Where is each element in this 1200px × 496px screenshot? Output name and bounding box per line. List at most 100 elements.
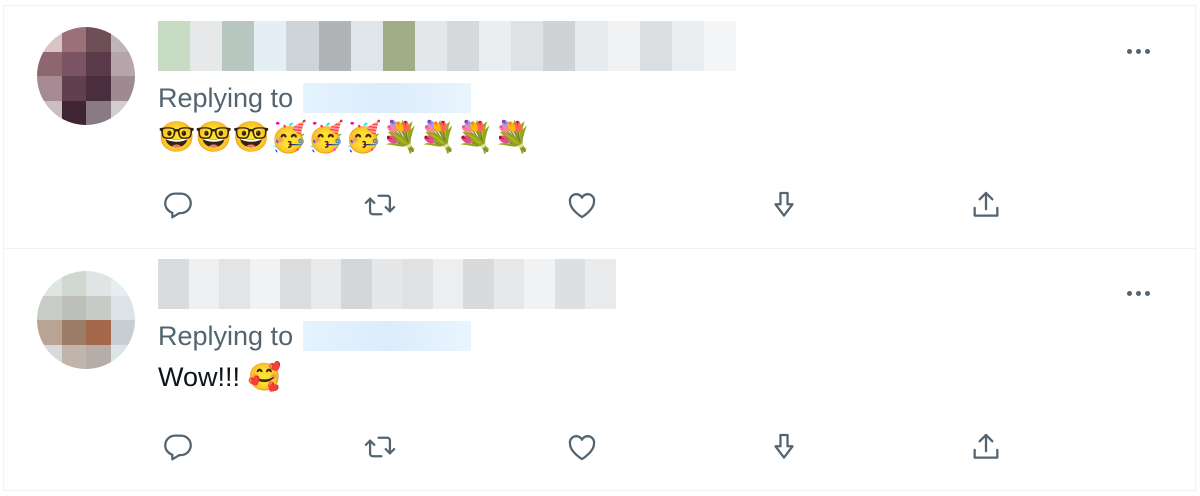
share-icon	[973, 433, 999, 459]
more-options-button[interactable]	[1118, 281, 1158, 305]
avatar-pixel	[110, 100, 135, 125]
more-dots-icon	[1126, 48, 1132, 54]
username-pixel	[585, 259, 616, 309]
share-button[interactable]	[966, 427, 1006, 467]
avatar-pixel	[110, 27, 135, 52]
like-button[interactable]	[562, 185, 602, 225]
avatar-pixel	[110, 344, 135, 369]
download-button[interactable]	[764, 427, 804, 467]
username-pixel	[158, 21, 191, 71]
blurred-username[interactable]	[158, 259, 616, 309]
tweet-actions	[158, 185, 1018, 225]
avatar-pixel	[86, 344, 111, 369]
avatar-pixel	[61, 344, 86, 369]
replying-to-line: Replying to	[158, 83, 471, 114]
username-pixel	[190, 21, 223, 71]
username-pixel	[554, 259, 586, 309]
tweet[interactable]: Replying to Wow!!! 🥰	[3, 249, 1196, 491]
avatar-pixel	[86, 320, 111, 345]
avatar-pixel	[86, 295, 111, 320]
username-pixel	[575, 21, 608, 71]
username-pixel	[280, 259, 311, 309]
share-icon	[973, 191, 999, 217]
avatar-pixel	[61, 51, 86, 76]
username-pixel	[341, 259, 372, 309]
avatar[interactable]	[37, 271, 135, 369]
username-pixel	[524, 259, 555, 309]
avatar-pixel	[61, 320, 86, 345]
avatar-pixel	[37, 271, 62, 296]
username-pixel	[432, 259, 464, 309]
username-pixel	[310, 259, 342, 309]
username-pixel	[158, 259, 189, 309]
username-pixel	[318, 21, 351, 71]
blurred-username[interactable]	[158, 21, 736, 71]
download-button[interactable]	[764, 185, 804, 225]
avatar-pixel	[61, 27, 86, 52]
avatar-pixel	[86, 100, 111, 125]
avatar-pixel	[86, 76, 111, 101]
username-pixel	[493, 259, 525, 309]
tweet-text: 🤓🤓🤓🥳🥳🥳💐💐💐💐	[158, 123, 533, 154]
reply-icon	[164, 192, 192, 219]
avatar-pixel	[61, 271, 86, 296]
username-pixel	[350, 21, 383, 71]
avatar-pixel	[110, 51, 135, 76]
avatar-pixel	[37, 76, 62, 101]
reply-button[interactable]	[158, 185, 198, 225]
username-pixel	[511, 21, 544, 71]
reply-icon	[164, 434, 192, 461]
username-pixel	[219, 259, 250, 309]
username-pixel	[543, 21, 576, 71]
share-button[interactable]	[966, 185, 1006, 225]
username-pixel	[703, 21, 736, 71]
retweet-button[interactable]	[360, 427, 400, 467]
username-pixel	[402, 259, 433, 309]
tweet-text-content: 🤓🤓🤓🥳🥳🥳💐💐💐💐	[158, 121, 532, 154]
username-pixel	[249, 259, 281, 309]
replying-to-label: Replying to	[158, 83, 294, 113]
avatar-pixel	[61, 295, 86, 320]
username-pixel	[222, 21, 255, 71]
username-pixel	[371, 259, 403, 309]
more-dots-icon	[1126, 290, 1132, 296]
tweet[interactable]: Replying to 🤓🤓🤓🥳🥳🥳💐💐💐💐	[3, 5, 1196, 249]
download-icon	[774, 191, 794, 217]
avatar[interactable]	[37, 27, 135, 125]
more-options-button[interactable]	[1118, 39, 1158, 63]
username-pixel	[479, 21, 512, 71]
replying-to-line: Replying to	[158, 321, 471, 352]
blurred-reply-handle[interactable]	[302, 321, 471, 351]
username-pixel	[671, 21, 704, 71]
tweet-text-content: Wow!!! 🥰	[158, 362, 282, 392]
avatar-pixel	[110, 320, 135, 345]
retweet-icon	[364, 194, 396, 216]
like-button[interactable]	[562, 427, 602, 467]
retweet-icon	[364, 436, 396, 458]
username-pixel	[463, 259, 494, 309]
username-pixel	[639, 21, 672, 71]
avatar-pixel	[86, 27, 111, 52]
username-pixel	[446, 21, 480, 71]
tweet-actions	[158, 427, 1018, 467]
avatar-pixel	[86, 51, 111, 76]
username-pixel	[254, 21, 287, 71]
username-pixel	[414, 21, 447, 71]
replying-to-label: Replying to	[158, 321, 294, 351]
tweet-text: Wow!!! 🥰	[158, 361, 281, 393]
avatar-pixel	[37, 344, 62, 369]
avatar-pixel	[37, 320, 62, 345]
reply-button[interactable]	[158, 427, 198, 467]
avatar-pixel	[110, 76, 135, 101]
avatar-pixel	[110, 271, 135, 296]
username-pixel	[607, 21, 640, 71]
avatar-pixel	[37, 295, 62, 320]
retweet-button[interactable]	[360, 185, 400, 225]
username-pixel	[286, 21, 319, 71]
avatar-pixel	[86, 271, 111, 296]
blurred-reply-handle[interactable]	[302, 83, 471, 113]
avatar-pixel	[110, 295, 135, 320]
avatar-pixel	[37, 27, 62, 52]
avatar-pixel	[61, 76, 86, 101]
like-icon	[568, 435, 596, 461]
